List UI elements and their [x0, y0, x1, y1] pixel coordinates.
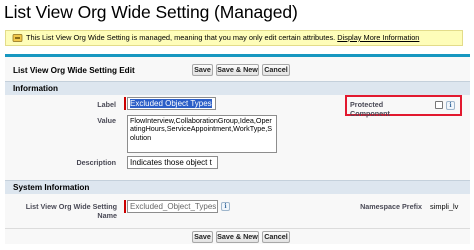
save-button[interactable]: Save — [192, 64, 213, 76]
label-input[interactable]: Excluded Object Types — [127, 97, 216, 110]
value-field-label: Value — [97, 116, 116, 125]
required-indicator — [124, 200, 126, 213]
information-section-header: Information — [5, 81, 470, 95]
required-indicator — [124, 97, 126, 110]
name-input[interactable]: Excluded_Object_Types — [127, 200, 218, 213]
notice-text: This List View Org Wide Setting is manag… — [26, 33, 336, 42]
info-icon[interactable]: i — [221, 202, 230, 211]
page-title: List View Org Wide Setting (Managed) — [4, 2, 298, 22]
info-icon[interactable]: i — [446, 101, 455, 110]
edit-form-title: List View Org Wide Setting Edit — [13, 66, 135, 75]
cancel-button[interactable]: Cancel — [262, 64, 290, 76]
lock-icon — [12, 34, 23, 42]
cancel-button[interactable]: Cancel — [262, 231, 290, 243]
system-information-section-header: System Information — [5, 180, 470, 194]
namespace-prefix-label: Namespace Prefix — [360, 202, 422, 211]
label-input-value: Excluded Object Types — [130, 99, 212, 108]
display-more-info-link[interactable]: Display More Information — [337, 33, 419, 42]
protected-component-checkbox[interactable] — [435, 101, 443, 109]
description-input[interactable]: Indicates those object t — [127, 156, 218, 169]
value-textarea[interactable]: FlowInterview,CollaborationGroup,Idea,Op… — [127, 115, 277, 153]
label-field-label: Label — [97, 100, 116, 109]
divider — [5, 228, 470, 229]
save-new-button[interactable]: Save & New — [216, 231, 259, 243]
description-field-label: Description — [76, 158, 116, 167]
information-header-label: Information — [13, 84, 59, 93]
save-button[interactable]: Save — [192, 231, 213, 243]
namespace-prefix-value: simpli_lv — [430, 202, 459, 211]
name-field-label: List View Org Wide Setting Name — [25, 202, 117, 220]
system-information-header-label: System Information — [13, 183, 90, 192]
save-new-button[interactable]: Save & New — [216, 64, 259, 76]
protected-component-label: Protected Component — [350, 100, 390, 118]
managed-notice: This List View Org Wide Setting is manag… — [5, 30, 463, 46]
